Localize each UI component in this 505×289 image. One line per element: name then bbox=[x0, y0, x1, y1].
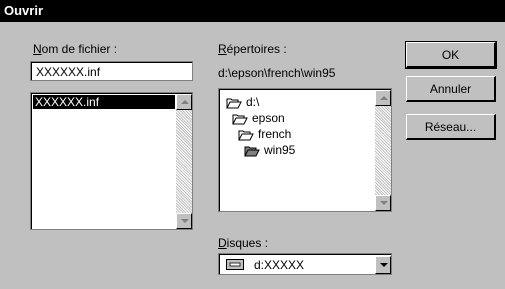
tree-item-french[interactable]: french bbox=[238, 126, 291, 142]
cancel-button[interactable]: Annuler bbox=[406, 76, 496, 102]
scroll-up-icon bbox=[181, 100, 189, 104]
scroll-up-icon bbox=[380, 96, 388, 100]
drive-icon bbox=[226, 259, 244, 270]
scroll-down-icon bbox=[181, 219, 189, 223]
open-folder-icon bbox=[232, 114, 248, 125]
scroll-up-button[interactable] bbox=[176, 94, 192, 110]
open-folder-icon bbox=[226, 98, 242, 109]
directory-scrollbar[interactable] bbox=[375, 90, 391, 211]
tree-item-win95[interactable]: win95 bbox=[244, 142, 295, 158]
current-path: d:\epson\french\win95 bbox=[218, 66, 336, 80]
ok-button[interactable]: OK bbox=[405, 41, 497, 69]
drives-label: Disques : bbox=[218, 236, 269, 250]
scroll-down-icon bbox=[380, 201, 388, 205]
tree-item-label: epson bbox=[252, 111, 285, 125]
open-folder-icon bbox=[238, 130, 254, 141]
tree-item-label: french bbox=[258, 127, 292, 141]
file-list-item[interactable]: XXXXXX.inf bbox=[33, 95, 175, 109]
tree-item-drive[interactable]: d:\ bbox=[226, 94, 259, 110]
scroll-down-button[interactable] bbox=[176, 213, 192, 229]
scroll-up-button[interactable] bbox=[375, 90, 391, 106]
tree-item-label: win95 bbox=[264, 143, 296, 157]
drive-dropdown-button[interactable] bbox=[375, 256, 391, 274]
directories-label: Répertoires : bbox=[218, 42, 287, 56]
filename-value: XXXXXX.inf bbox=[36, 65, 101, 79]
drive-select-value: d:XXXXX bbox=[254, 258, 305, 272]
open-dialog: Ouvrir Nom de fichier : XXXXXX.inf XXXXX… bbox=[0, 0, 505, 289]
tree-item-label: d:\ bbox=[246, 95, 260, 109]
dialog-title: Ouvrir bbox=[0, 0, 505, 22]
tree-item-epson[interactable]: epson bbox=[232, 110, 285, 126]
scroll-down-button[interactable] bbox=[375, 195, 391, 211]
open-folder-selected-icon bbox=[244, 146, 260, 157]
network-button[interactable]: Réseau... bbox=[406, 114, 496, 140]
filename-label: Nom de fichier : bbox=[33, 42, 118, 56]
drive-select[interactable]: d:XXXXX bbox=[218, 253, 392, 275]
file-list[interactable]: XXXXXX.inf bbox=[30, 92, 193, 230]
filename-input[interactable]: XXXXXX.inf bbox=[30, 61, 193, 81]
directory-tree[interactable]: d:\ epson french win95 bbox=[218, 88, 392, 212]
chevron-down-icon bbox=[380, 263, 388, 267]
file-list-scrollbar[interactable] bbox=[176, 94, 192, 229]
